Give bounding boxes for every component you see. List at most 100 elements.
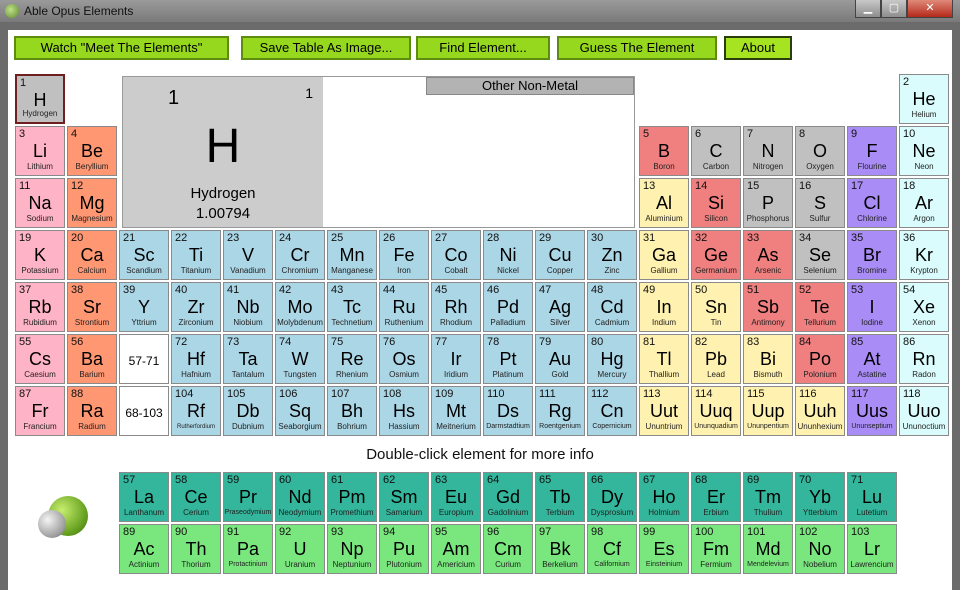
element-tile-rb[interactable]: 37 Rb Rubidium (15, 282, 65, 332)
element-tile-re[interactable]: 75 Re Rhenium (327, 334, 377, 384)
element-tile-b[interactable]: 5 B Boron (639, 126, 689, 176)
element-tile-si[interactable]: 14 Si Silicon (691, 178, 741, 228)
element-tile-ru[interactable]: 44 Ru Ruthenium (379, 282, 429, 332)
element-tile-xe[interactable]: 54 Xe Xenon (899, 282, 949, 332)
element-tile-sc[interactable]: 21 Sc Scandium (119, 230, 169, 280)
element-tile-he[interactable]: 2 He Helium (899, 74, 949, 124)
element-tile-ce[interactable]: 58 Ce Cerium (171, 472, 221, 522)
element-tile-ne[interactable]: 10 Ne Neon (899, 126, 949, 176)
element-tile-er[interactable]: 68 Er Erbium (691, 472, 741, 522)
element-tile-rg[interactable]: 111 Rg Roentgenium (535, 386, 585, 436)
element-tile-u[interactable]: 92 U Uranium (275, 524, 325, 574)
element-tile-mo[interactable]: 42 Mo Molybdenum (275, 282, 325, 332)
element-tile-al[interactable]: 13 Al Aluminium (639, 178, 689, 228)
element-tile-dy[interactable]: 66 Dy Dysprosium (587, 472, 637, 522)
element-tile-co[interactable]: 27 Co Cobalt (431, 230, 481, 280)
element-tile-au[interactable]: 79 Au Gold (535, 334, 585, 384)
element-tile-cr[interactable]: 24 Cr Chromium (275, 230, 325, 280)
element-tile-mt[interactable]: 109 Mt Meitnerium (431, 386, 481, 436)
element-tile-pa[interactable]: 91 Pa Protactinium (223, 524, 273, 574)
element-tile-h[interactable]: 1 H Hydrogen (15, 74, 65, 124)
element-tile-sq[interactable]: 106 Sq Seaborgium (275, 386, 325, 436)
element-tile-uuh[interactable]: 116 Uuh Ununhexium (795, 386, 845, 436)
element-tile-uus[interactable]: 117 Uus Ununseptium (847, 386, 897, 436)
element-tile-ta[interactable]: 73 Ta Tantalum (223, 334, 273, 384)
element-tile-np[interactable]: 93 Np Neptunium (327, 524, 377, 574)
element-tile-br[interactable]: 35 Br Bromine (847, 230, 897, 280)
element-tile-es[interactable]: 99 Es Einsteinium (639, 524, 689, 574)
element-tile-pu[interactable]: 94 Pu Plutonium (379, 524, 429, 574)
element-tile-sm[interactable]: 62 Sm Samarium (379, 472, 429, 522)
element-tile-ds[interactable]: 110 Ds Darmstadtium (483, 386, 533, 436)
element-tile-uuq[interactable]: 114 Uuq Ununquadium (691, 386, 741, 436)
element-tile-pd[interactable]: 46 Pd Palladium (483, 282, 533, 332)
element-tile-v[interactable]: 23 V Vanadium (223, 230, 273, 280)
element-tile-tm[interactable]: 69 Tm Thulium (743, 472, 793, 522)
element-tile-ge[interactable]: 32 Ge Germanium (691, 230, 741, 280)
element-tile-os[interactable]: 76 Os Osmium (379, 334, 429, 384)
element-tile-ti[interactable]: 22 Ti Titanium (171, 230, 221, 280)
close-button[interactable]: ✕ (907, 0, 953, 18)
element-tile-n[interactable]: 7 N Nitrogen (743, 126, 793, 176)
element-tile-th[interactable]: 90 Th Thorium (171, 524, 221, 574)
element-tile-ba[interactable]: 56 Ba Barium (67, 334, 117, 384)
element-tile-pt[interactable]: 78 Pt Platinum (483, 334, 533, 384)
maximize-button[interactable]: ▢ (881, 0, 907, 18)
element-tile-ac[interactable]: 89 Ac Actinium (119, 524, 169, 574)
element-tile-sn[interactable]: 50 Sn Tin (691, 282, 741, 332)
element-tile-p[interactable]: 15 P Phosphorus (743, 178, 793, 228)
element-tile-db[interactable]: 105 Db Dubnium (223, 386, 273, 436)
element-tile-ag[interactable]: 47 Ag Silver (535, 282, 585, 332)
element-tile-be[interactable]: 4 Be Beryllium (67, 126, 117, 176)
element-tile-sr[interactable]: 38 Sr Strontium (67, 282, 117, 332)
save-image-button[interactable]: Save Table As Image... (241, 36, 411, 60)
element-tile-lr[interactable]: 103 Lr Lawrencium (847, 524, 897, 574)
element-tile-as[interactable]: 33 As Arsenic (743, 230, 793, 280)
element-tile-lu[interactable]: 71 Lu Lutetium (847, 472, 897, 522)
element-tile-fr[interactable]: 87 Fr Francium (15, 386, 65, 436)
guess-element-button[interactable]: Guess The Element (557, 36, 717, 60)
element-tile-fe[interactable]: 26 Fe Iron (379, 230, 429, 280)
element-tile-at[interactable]: 85 At Astatine (847, 334, 897, 384)
element-tile-pb[interactable]: 82 Pb Lead (691, 334, 741, 384)
element-tile-po[interactable]: 84 Po Polonium (795, 334, 845, 384)
element-tile-ho[interactable]: 67 Ho Holmium (639, 472, 689, 522)
element-tile-zn[interactable]: 30 Zn Zinc (587, 230, 637, 280)
element-tile-cm[interactable]: 96 Cm Curium (483, 524, 533, 574)
element-tile-s[interactable]: 16 S Sulfur (795, 178, 845, 228)
element-tile-w[interactable]: 74 W Tungsten (275, 334, 325, 384)
element-tile-ga[interactable]: 31 Ga Gallium (639, 230, 689, 280)
minimize-button[interactable]: ▁ (855, 0, 881, 18)
element-tile-am[interactable]: 95 Am Americium (431, 524, 481, 574)
element-tile-mg[interactable]: 12 Mg Magnesium (67, 178, 117, 228)
element-tile-uup[interactable]: 115 Uup Ununpentium (743, 386, 793, 436)
element-tile-i[interactable]: 53 I Iodine (847, 282, 897, 332)
element-tile-uuo[interactable]: 118 Uuo Ununoctium (899, 386, 949, 436)
element-tile-sb[interactable]: 51 Sb Antimony (743, 282, 793, 332)
element-tile-bh[interactable]: 107 Bh Bohrium (327, 386, 377, 436)
element-tile-fm[interactable]: 100 Fm Fermium (691, 524, 741, 574)
element-tile-mn[interactable]: 25 Mn Manganese (327, 230, 377, 280)
element-tile-se[interactable]: 34 Se Selenium (795, 230, 845, 280)
element-tile-na[interactable]: 11 Na Sodium (15, 178, 65, 228)
element-tile-hf[interactable]: 72 Hf Hafnium (171, 334, 221, 384)
element-tile-cu[interactable]: 29 Cu Copper (535, 230, 585, 280)
element-tile-yb[interactable]: 70 Yb Ytterbium (795, 472, 845, 522)
element-tile-kr[interactable]: 36 Kr Krypton (899, 230, 949, 280)
element-tile-o[interactable]: 8 O Oxygen (795, 126, 845, 176)
element-tile-bk[interactable]: 97 Bk Berkelium (535, 524, 585, 574)
element-tile-cl[interactable]: 17 Cl Chlorine (847, 178, 897, 228)
element-tile-f[interactable]: 9 F Flourine (847, 126, 897, 176)
element-tile-ni[interactable]: 28 Ni Nickel (483, 230, 533, 280)
element-tile-li[interactable]: 3 Li Lithium (15, 126, 65, 176)
element-tile-cs[interactable]: 55 Cs Caesium (15, 334, 65, 384)
element-tile-k[interactable]: 19 K Potassium (15, 230, 65, 280)
element-tile-tb[interactable]: 65 Tb Terbium (535, 472, 585, 522)
series-placeholder-tile[interactable]: 68-103 (119, 386, 169, 436)
series-placeholder-tile[interactable]: 57-71 (119, 334, 169, 384)
element-tile-te[interactable]: 52 Te Tellurium (795, 282, 845, 332)
element-tile-cd[interactable]: 48 Cd Cadmium (587, 282, 637, 332)
element-tile-hg[interactable]: 80 Hg Mercury (587, 334, 637, 384)
element-tile-cf[interactable]: 98 Cf Californium (587, 524, 637, 574)
element-tile-ca[interactable]: 20 Ca Calcium (67, 230, 117, 280)
